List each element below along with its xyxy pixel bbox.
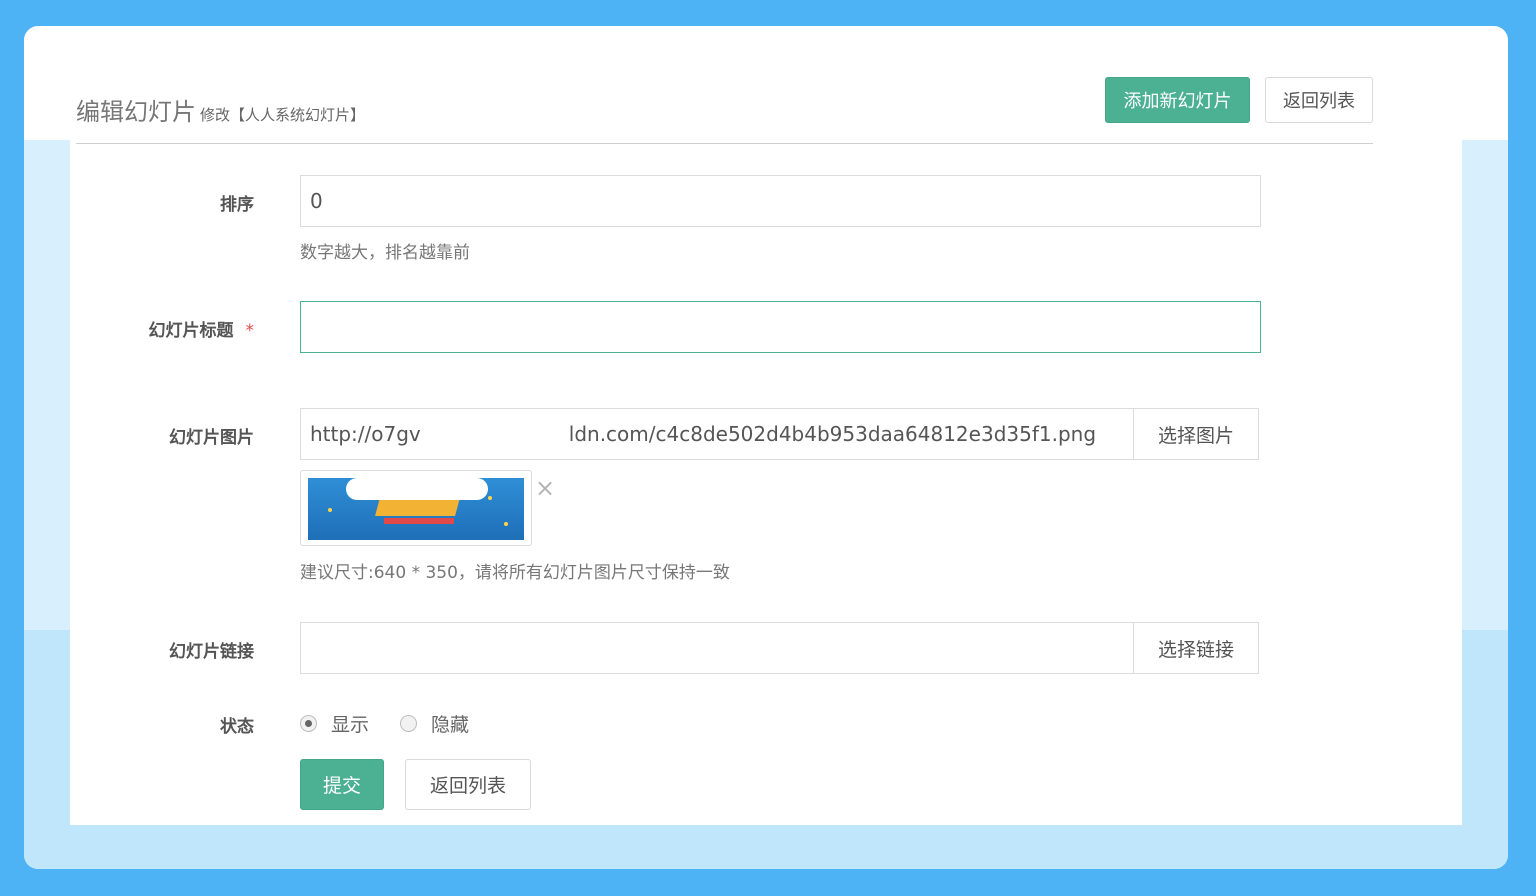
title-label: 幻灯片标题 *	[24, 316, 255, 341]
title-input[interactable]	[300, 301, 1261, 353]
status-hide-label: 隐藏	[431, 714, 470, 736]
page-subtitle: 修改【人人系统幻灯片】	[200, 106, 366, 124]
status-option-show[interactable]: 显示	[300, 710, 369, 737]
status-show-label: 显示	[331, 714, 370, 736]
status-option-hide[interactable]: 隐藏	[400, 710, 469, 737]
add-slide-button[interactable]: 添加新幻灯片	[1105, 77, 1250, 123]
radio-show[interactable]	[300, 715, 317, 732]
redacted-region	[346, 478, 488, 500]
form-panel	[70, 140, 1462, 825]
image-url-suffix: ldn.com/c4c8de502d4b4b953daa64812e3d35f1…	[568, 422, 1097, 446]
radio-hide[interactable]	[400, 715, 417, 732]
select-link-button[interactable]: 选择链接	[1133, 622, 1259, 674]
title-label-text: 幻灯片标题	[148, 321, 234, 341]
order-label: 排序	[220, 195, 254, 215]
redacted-region	[420, 419, 569, 449]
select-image-button[interactable]: 选择图片	[1133, 408, 1259, 460]
thumbnail-dot	[504, 522, 508, 526]
page-title-text: 编辑幻灯片	[76, 98, 196, 126]
image-url-prefix: http://o7gv	[310, 422, 421, 446]
required-mark: *	[245, 321, 255, 341]
order-help: 数字越大，排名越靠前	[300, 243, 470, 263]
page-title: 编辑幻灯片 修改【人人系统幻灯片】	[76, 92, 365, 127]
image-label: 幻灯片图片	[169, 428, 254, 448]
order-input[interactable]: 0	[300, 175, 1261, 227]
image-url-input[interactable]: http://o7gv ldn.com/c4c8de502d4b4b953daa…	[300, 408, 1134, 460]
form-back-button[interactable]: 返回列表	[405, 759, 531, 810]
image-help: 建议尺寸:640 * 350，请将所有幻灯片图片尺寸保持一致	[300, 563, 730, 583]
submit-button[interactable]: 提交	[300, 759, 384, 810]
thumbnail-bar	[384, 518, 454, 524]
image-preview	[300, 470, 532, 546]
main-card: 编辑幻灯片 修改【人人系统幻灯片】 添加新幻灯片 返回列表 排序 0 数字越大，排…	[24, 26, 1508, 869]
status-label: 状态	[220, 717, 254, 737]
remove-image-icon[interactable]: ×	[535, 474, 555, 502]
header-back-button[interactable]: 返回列表	[1265, 77, 1373, 123]
thumbnail-dot	[328, 508, 332, 512]
link-label: 幻灯片链接	[169, 642, 254, 662]
slide-thumbnail	[308, 478, 524, 540]
thumbnail-dot	[488, 496, 492, 500]
link-input[interactable]	[300, 622, 1134, 674]
order-value: 0	[310, 189, 323, 213]
